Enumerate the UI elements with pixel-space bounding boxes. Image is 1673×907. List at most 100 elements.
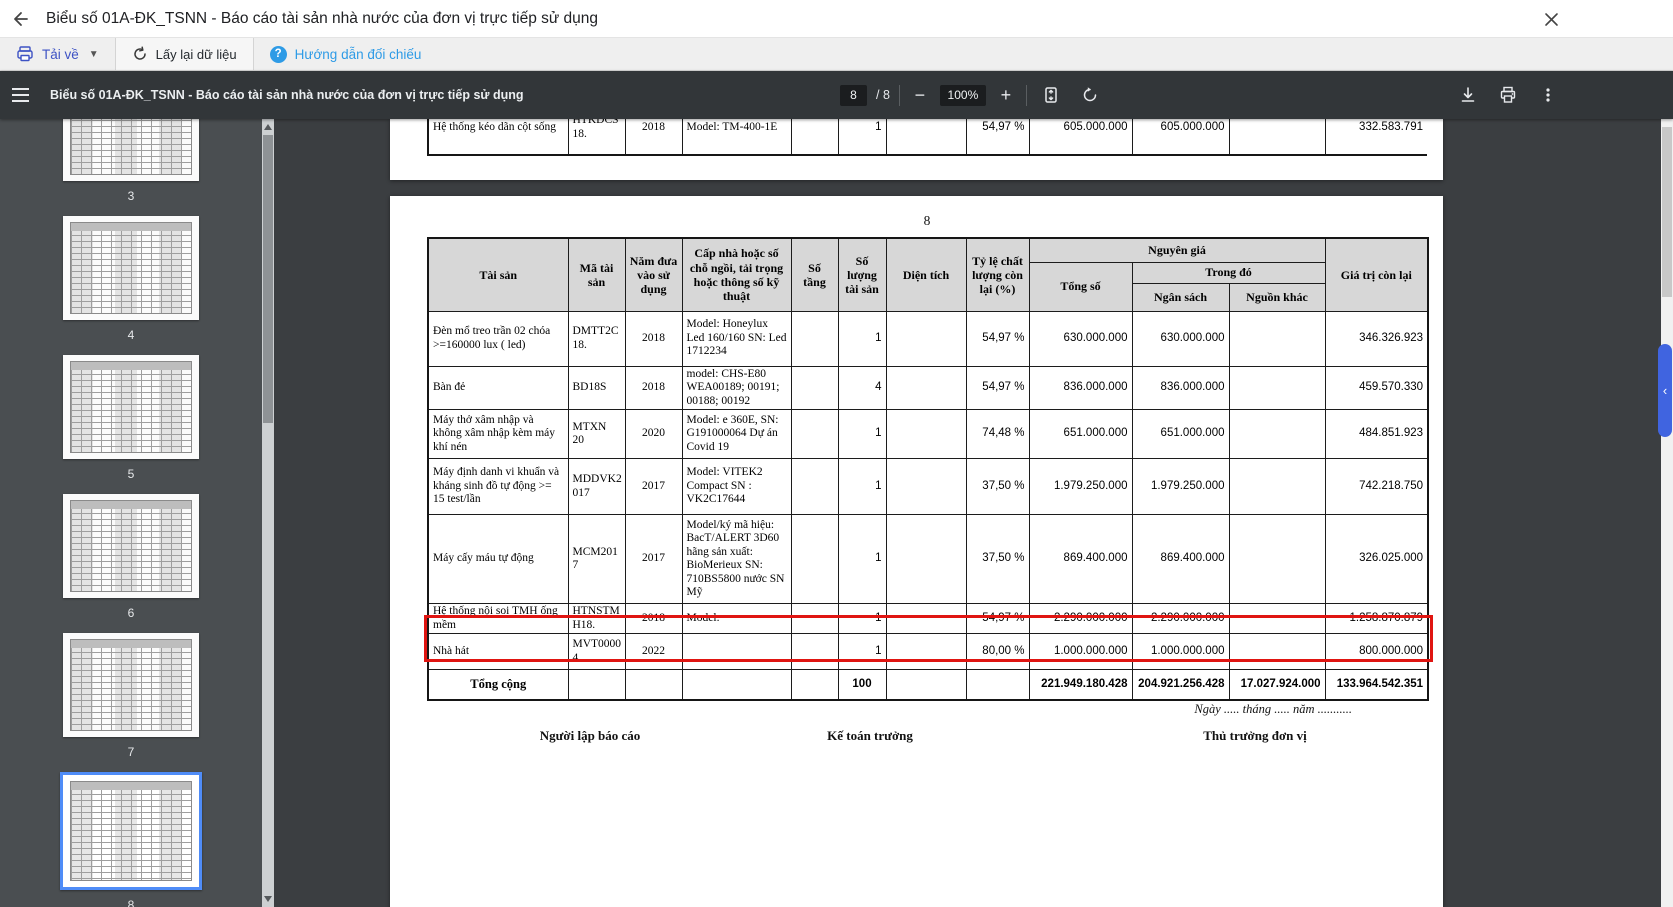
page-total: / 8 <box>876 88 890 102</box>
table-cell: HTNSTM H18. <box>568 604 625 634</box>
guide-link[interactable]: ? Hướng dẫn đối chiếu <box>254 38 438 70</box>
printer-icon <box>16 45 34 63</box>
thumbnail-image[interactable] <box>63 633 199 737</box>
thumbnail-page-number: 7 <box>0 745 262 759</box>
page-thumbnail[interactable]: 4 <box>0 216 262 346</box>
table-cell: 2018 <box>625 119 682 156</box>
table-cell: 836.000.000 <box>1029 366 1132 410</box>
table-cell <box>625 670 682 700</box>
table-row: Máy cấy máu tự độngMCM201 72017Model/ký … <box>428 515 1428 604</box>
sidebar-scrollbar[interactable] <box>262 119 274 907</box>
scroll-up-icon[interactable] <box>264 124 272 130</box>
more-options-button[interactable] <box>1533 80 1563 110</box>
table-cell: 2.290.000.000 <box>1132 604 1229 634</box>
table-cell: Model: e 360E, SN: G191000064 Dự án Covi… <box>682 410 791 459</box>
table-cell: 2017 <box>625 459 682 515</box>
close-button[interactable] <box>1541 9 1561 29</box>
col-header-code: Mã tài sản <box>568 238 625 311</box>
table-cell <box>1229 410 1325 459</box>
table-row: Máy thở xâm nhập và không xâm nhập kèm m… <box>428 410 1428 459</box>
print-icon <box>1499 86 1517 104</box>
table-cell <box>886 515 966 604</box>
table-cell <box>791 604 838 634</box>
page-thumbnail[interactable]: 3 <box>0 119 262 207</box>
thumbnail-image[interactable] <box>63 119 199 181</box>
menu-button[interactable] <box>0 71 40 119</box>
pdf-download-button[interactable] <box>1453 80 1483 110</box>
table-cell <box>1229 119 1325 156</box>
thumbnail-grid <box>70 639 192 731</box>
table-cell: 2017 <box>625 515 682 604</box>
table-row: Bàn đẻBD18S2018model: CHS-E80 WEA00189; … <box>428 366 1428 410</box>
page-controls: 8 / 8 − 100% + <box>840 71 1105 119</box>
chevron-down-icon: ▼ <box>89 49 99 60</box>
page-number-input[interactable]: 8 <box>840 85 867 106</box>
thumbnail-grid <box>70 119 192 175</box>
table-cell: 2022 <box>625 634 682 670</box>
back-button[interactable] <box>0 0 40 38</box>
thumbnail-image[interactable] <box>63 216 199 320</box>
table-row: Hệ thống kéo dãn cột sốngHTKDCS 18.2018M… <box>428 119 1427 156</box>
table-cell: Model: VITEK2 Compact SN : VK2C17644 <box>682 459 791 515</box>
arrow-left-icon <box>10 9 30 29</box>
table-cell <box>1229 604 1325 634</box>
table-cell: 1 <box>838 119 886 156</box>
zoom-level[interactable]: 100% <box>940 85 986 106</box>
page-thumbnail[interactable]: 5 <box>0 355 262 485</box>
thumbnail-grid <box>70 222 192 314</box>
col-header-spec: Cấp nhà hoặc số chỗ ngồi, tải trọng hoặc… <box>682 238 791 311</box>
sidebar-scrollbar-thumb[interactable] <box>263 135 273 423</box>
table-cell <box>886 366 966 410</box>
reload-data-button[interactable]: Lấy lại dữ liệu <box>116 38 254 70</box>
table-cell: 742.218.750 <box>1325 459 1428 515</box>
table-cell: Model: <box>682 604 791 634</box>
document-scrollbar-thumb[interactable] <box>1662 127 1672 297</box>
table-cell: Hệ thống nội soi TMH ống mềm <box>428 604 568 634</box>
divider <box>1026 85 1027 106</box>
zoom-in-button[interactable]: + <box>995 86 1017 104</box>
document-scrollbar[interactable] <box>1661 119 1673 907</box>
page-thumbnail[interactable]: 6 <box>0 494 262 624</box>
table-cell: 2018 <box>625 311 682 366</box>
divider <box>899 85 900 106</box>
fit-page-button[interactable] <box>1036 80 1066 110</box>
kebab-menu-icon <box>1539 86 1557 104</box>
thumbnail-grid <box>70 500 192 592</box>
rotate-button[interactable] <box>1075 80 1105 110</box>
download-button[interactable]: Tải về ▼ <box>0 38 116 70</box>
table-cell: 2018 <box>625 604 682 634</box>
page-thumbnail[interactable]: 7 <box>0 633 262 763</box>
table-cell <box>1229 366 1325 410</box>
table-cell: 2.290.000.000 <box>1029 604 1132 634</box>
table-cell: 459.570.330 <box>1325 366 1428 410</box>
help-icon: ? <box>270 46 287 63</box>
table-cell: 1 <box>838 311 886 366</box>
table-cell: 54,97 % <box>966 119 1029 156</box>
table-cell: Model/ký mã hiệu: BacT/ALERT 3D60 hãng s… <box>682 515 791 604</box>
table-cell: 133.964.542.351 <box>1325 670 1428 700</box>
table-cell <box>791 670 838 700</box>
col-header-other-source: Nguồn khác <box>1229 283 1325 311</box>
table-cell: 326.025.000 <box>1325 515 1428 604</box>
thumbnail-page-number: 8 <box>0 898 262 907</box>
printed-page-number: 8 <box>427 213 1427 229</box>
page-thumbnail[interactable]: 8 <box>0 772 262 902</box>
table-cell <box>1229 311 1325 366</box>
col-header-quality: Tỷ lệ chất lượng còn lại (%) <box>966 238 1029 311</box>
pdf-toolbar-right <box>1453 71 1563 119</box>
thumbnail-image[interactable] <box>60 772 202 890</box>
thumbnail-image[interactable] <box>63 494 199 598</box>
pdf-page-7: Hệ thống kéo dãn cột sốngHTKDCS 18.2018M… <box>390 119 1443 180</box>
thumbnail-image[interactable] <box>63 355 199 459</box>
table-cell <box>966 670 1029 700</box>
table-cell: Đèn mổ treo trần 02 chóa >=160000 lux ( … <box>428 311 568 366</box>
pdf-print-button[interactable] <box>1493 80 1523 110</box>
scroll-down-icon[interactable] <box>264 896 272 902</box>
zoom-out-button[interactable]: − <box>909 86 931 104</box>
side-panel-toggle[interactable]: ‹ <box>1658 344 1672 437</box>
pdf-document-title: Biểu số 01A-ĐK_TSNN - Báo cáo tài sản nh… <box>50 88 523 102</box>
table-cell: 1 <box>838 515 886 604</box>
col-header-budget: Ngân sách <box>1132 283 1229 311</box>
table-cell: BD18S <box>568 366 625 410</box>
table-cell: 2020 <box>625 410 682 459</box>
